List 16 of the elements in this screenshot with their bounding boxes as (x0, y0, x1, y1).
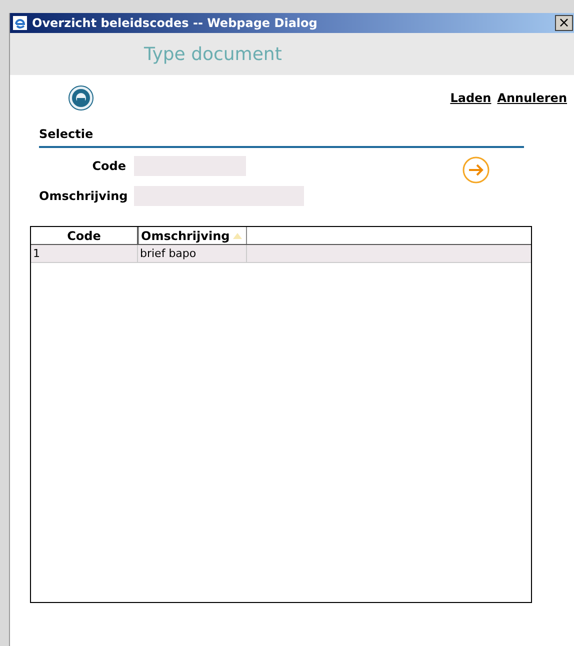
close-button[interactable]: × (555, 15, 573, 31)
section-title: Selectie (39, 127, 94, 141)
window-title: Overzicht beleidscodes -- Webpage Dialog (32, 15, 318, 32)
table-row[interactable]: 1 brief bapo (31, 245, 531, 263)
table-cell: 1 (31, 245, 138, 262)
sort-ascending-icon (232, 232, 242, 238)
browser-icon (12, 15, 28, 31)
column-header[interactable]: Code (31, 227, 138, 244)
field-label: Omschrijving (39, 188, 129, 205)
action-link[interactable]: Laden (450, 89, 492, 107)
arrow-right-icon[interactable] (462, 156, 490, 184)
table-cell: brief bapo (138, 245, 247, 262)
action-link[interactable]: Annuleren (497, 89, 567, 107)
field-label: Code (91, 158, 127, 175)
page-title: Type document (144, 42, 282, 66)
column-header[interactable]: Omschrijving (138, 227, 247, 244)
